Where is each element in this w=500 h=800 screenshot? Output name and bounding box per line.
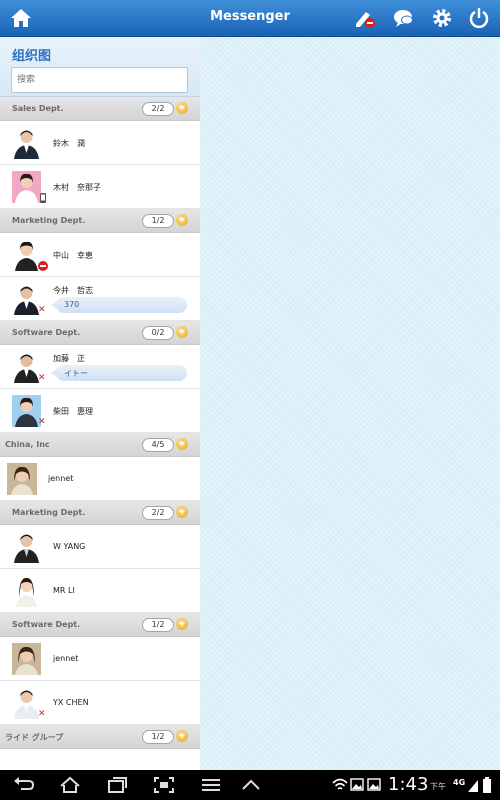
- expand-icon[interactable]: [176, 730, 188, 742]
- am-pm-label: 下午: [430, 782, 446, 791]
- signal-icon: [468, 780, 478, 792]
- offline-status-icon: ✕: [38, 305, 46, 315]
- group-header[interactable]: Marketing Dept. 2/2: [0, 501, 200, 525]
- app-header: Messenger: [0, 0, 500, 37]
- org-chart-panel: 组织图 Sales Dept. 2/2 鈴木 潤 木村 奈那子 Marketin…: [0, 37, 200, 770]
- clock: 1:43: [388, 774, 429, 795]
- contact-row[interactable]: MR LI: [0, 569, 200, 613]
- group-name: Marketing Dept.: [12, 508, 86, 517]
- online-count-badge: 2/2: [142, 102, 174, 116]
- contact-name: 柴田 惠理: [53, 407, 93, 416]
- offline-status-icon: ✕: [38, 417, 46, 427]
- online-count-badge: 1/2: [142, 618, 174, 632]
- avatar: [12, 575, 41, 607]
- contact-row[interactable]: ✕ 柴田 惠理: [0, 389, 200, 433]
- avatar: [12, 171, 41, 203]
- group-header[interactable]: ライド グループ 1/2: [0, 725, 200, 749]
- contact-row[interactable]: W YANG: [0, 525, 200, 569]
- status-message-bubble: イトー: [51, 365, 187, 381]
- contact-name: 木村 奈那子: [53, 183, 101, 192]
- avatar: [12, 351, 41, 383]
- contact-row[interactable]: ✕ 今井 哲志 370: [0, 277, 200, 321]
- app-title: Messenger: [210, 9, 290, 24]
- group-name: Software Dept.: [12, 620, 81, 629]
- offline-status-icon: ✕: [38, 709, 46, 719]
- online-count-badge: 2/2: [142, 506, 174, 520]
- status-message-bubble: 370: [51, 297, 187, 313]
- system-nav-bar: 1:43 下午 4G: [0, 770, 500, 800]
- contact-name: jennet: [48, 474, 74, 483]
- gallery-icon: [367, 778, 381, 791]
- group-header[interactable]: China, Inc 4/5: [0, 433, 200, 457]
- contact-name: 今井 哲志: [53, 286, 93, 295]
- expand-icon[interactable]: [176, 102, 188, 114]
- wifi-icon: [332, 778, 348, 790]
- org-chart-title: 组织图: [12, 49, 52, 64]
- org-chart-header: 组织图: [0, 37, 200, 97]
- group-name: Software Dept.: [12, 328, 81, 337]
- online-count-badge: 0/2: [142, 326, 174, 340]
- avatar: [12, 127, 41, 159]
- contact-row[interactable]: jennet: [0, 457, 200, 501]
- avatar: [12, 687, 41, 719]
- battery-icon: [483, 777, 491, 793]
- edit-status-icon[interactable]: [353, 7, 377, 29]
- network-type: 4G: [453, 778, 466, 787]
- image-icon: [350, 778, 364, 791]
- avatar: [12, 395, 41, 427]
- group-name: Marketing Dept.: [12, 216, 86, 225]
- contact-name: W YANG: [53, 542, 86, 551]
- busy-status-icon: [38, 261, 48, 271]
- power-icon[interactable]: [467, 7, 491, 29]
- back-icon[interactable]: [12, 776, 36, 794]
- chat-area: [200, 37, 500, 770]
- screenshot-icon[interactable]: [152, 776, 176, 794]
- search-input[interactable]: [11, 67, 188, 93]
- contact-row[interactable]: 鈴木 潤: [0, 121, 200, 165]
- group-name: Sales Dept.: [12, 104, 64, 113]
- group-header[interactable]: Marketing Dept. 1/2: [0, 209, 200, 233]
- group-name: ライド グループ: [5, 733, 64, 742]
- avatar: [12, 239, 41, 271]
- expand-icon[interactable]: [176, 506, 188, 518]
- contact-name: jennet: [53, 654, 79, 663]
- contact-name: MR LI: [53, 586, 75, 595]
- chat-icon[interactable]: [392, 7, 416, 29]
- recent-apps-icon[interactable]: [105, 776, 129, 794]
- expand-icon[interactable]: [176, 326, 188, 338]
- contact-name: YX CHEN: [53, 698, 89, 707]
- group-name: China, Inc: [5, 440, 50, 449]
- contact-name: 加藤 正: [53, 354, 85, 363]
- offline-status-icon: ✕: [38, 373, 46, 383]
- expand-icon[interactable]: [176, 618, 188, 630]
- mobile-status-icon: [40, 193, 46, 203]
- menu-icon[interactable]: [200, 776, 222, 794]
- group-header[interactable]: Sales Dept. 2/2: [0, 97, 200, 121]
- expand-icon[interactable]: [176, 214, 188, 226]
- contact-row[interactable]: ✕ 加藤 正 イトー: [0, 345, 200, 389]
- contact-row[interactable]: 木村 奈那子: [0, 165, 200, 209]
- home-nav-icon[interactable]: [58, 776, 82, 794]
- contact-name: 鈴木 潤: [53, 139, 85, 148]
- avatar: [12, 531, 41, 563]
- group-header[interactable]: Software Dept. 1/2: [0, 613, 200, 637]
- group-header[interactable]: Software Dept. 0/2: [0, 321, 200, 345]
- contact-row[interactable]: jennet: [0, 637, 200, 681]
- online-count-badge: 1/2: [142, 730, 174, 744]
- online-count-badge: 4/5: [142, 438, 174, 452]
- avatar: [12, 283, 41, 315]
- online-count-badge: 1/2: [142, 214, 174, 228]
- contact-row[interactable]: 中山 幸恵: [0, 233, 200, 277]
- avatar: [7, 463, 37, 495]
- gear-icon[interactable]: [430, 7, 454, 29]
- avatar: [12, 643, 41, 675]
- contact-name: 中山 幸恵: [53, 251, 93, 260]
- chevron-up-icon[interactable]: [240, 776, 262, 794]
- contact-row[interactable]: ✕ YX CHEN: [0, 681, 200, 725]
- expand-icon[interactable]: [176, 438, 188, 450]
